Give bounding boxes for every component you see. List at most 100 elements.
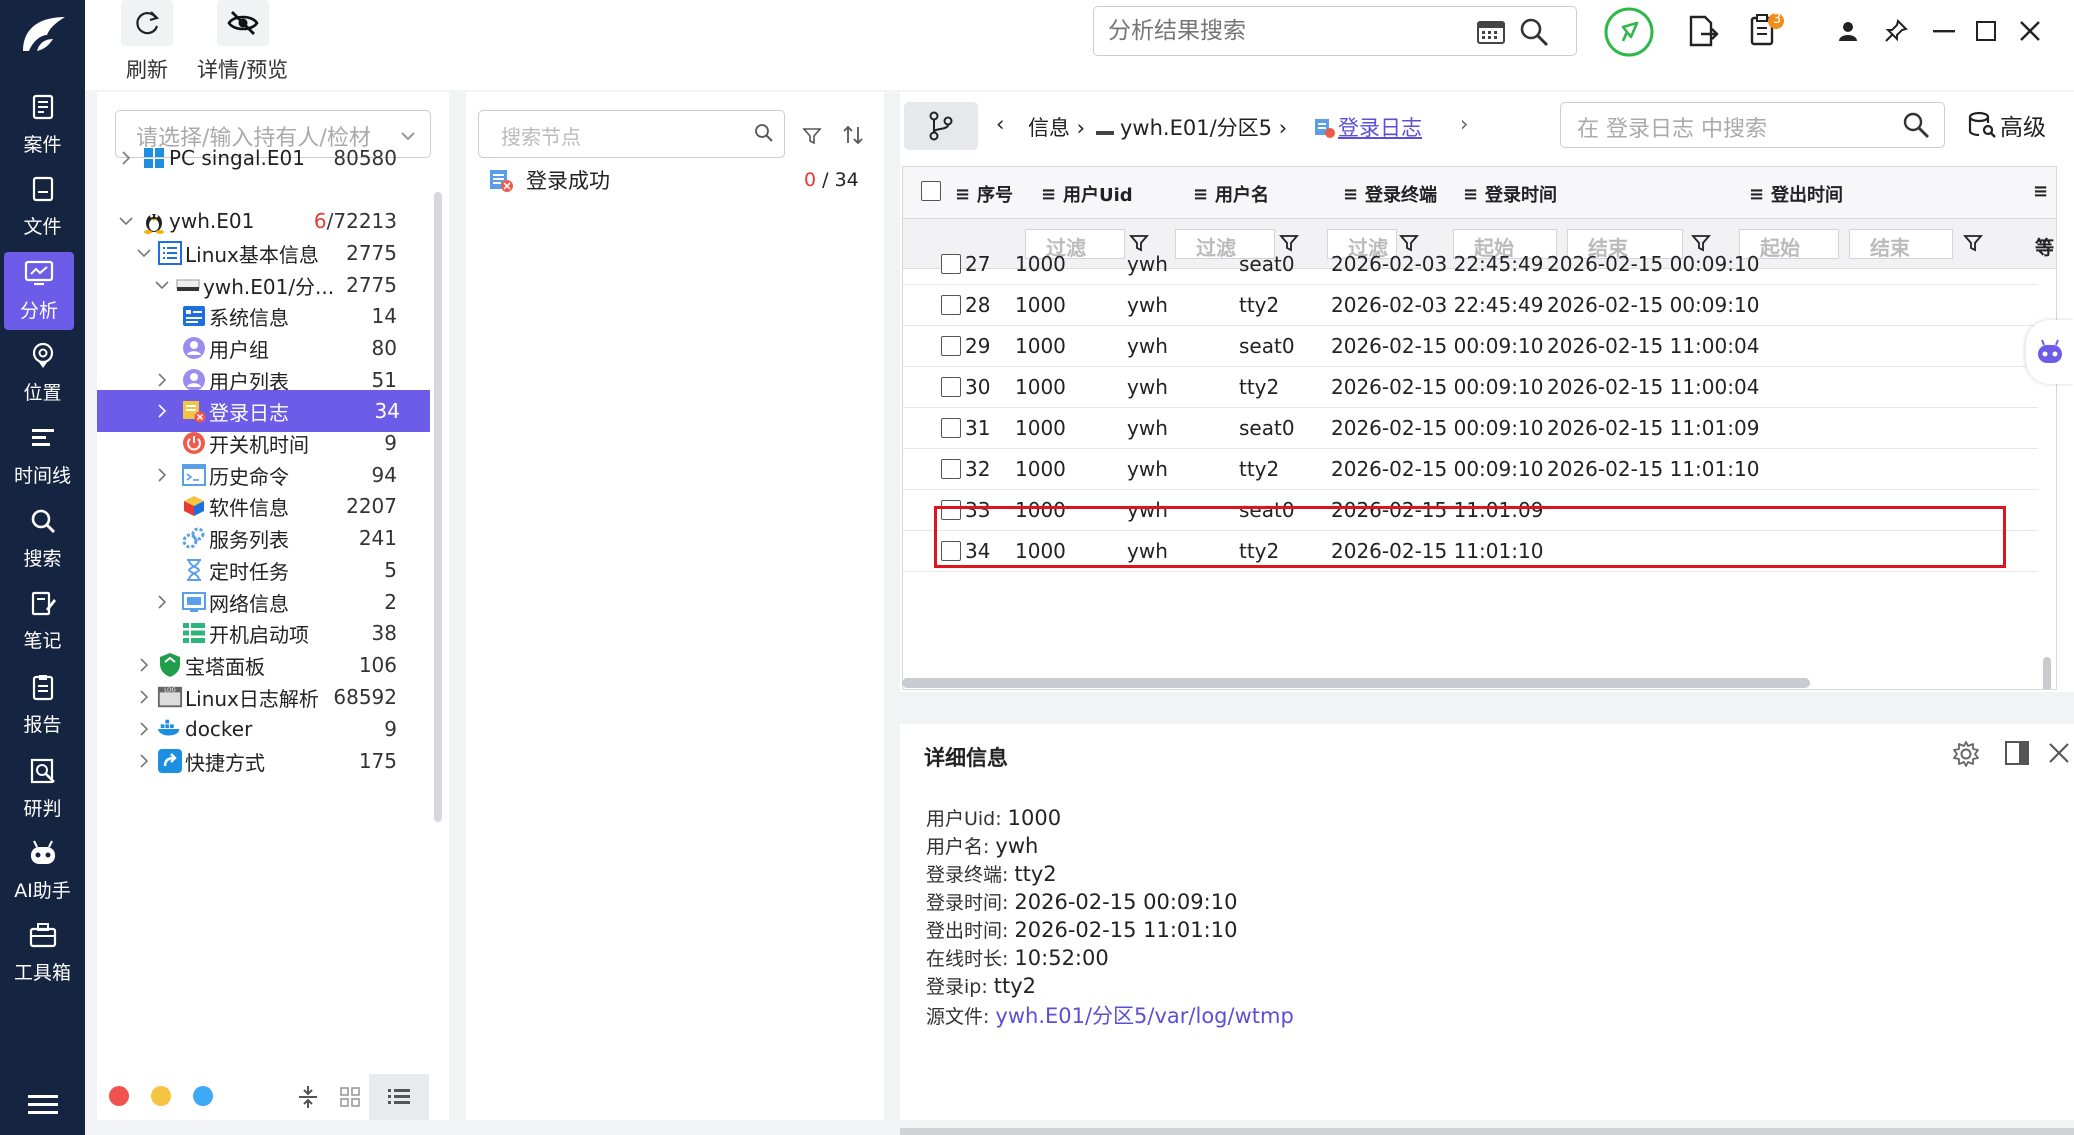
chevron-right-icon[interactable]	[135, 688, 153, 706]
table-row[interactable]: 30 1000 ywh tty2 2026-02-15 00:09:10 2026-02-…	[903, 367, 2038, 408]
col-menu-icon[interactable]: ≡	[2033, 181, 2055, 202]
table-header: ≡ 序号 ≡ 用户Uid ≡ 用户名 ≡ 登录终端 ≡ 登录时间 ≡ 登出时间 ≡	[903, 167, 2056, 219]
table-row[interactable]: 28 1000 ywh tty2 2026-02-03 22:45:49 2026-02-…	[903, 285, 2038, 326]
rail-item-case[interactable]: 案件	[0, 86, 85, 164]
tree-item-label: docker	[185, 717, 253, 741]
row-checkbox[interactable]	[941, 418, 961, 438]
rail-item-report[interactable]: 报告	[0, 666, 85, 744]
gear-icon[interactable]	[1952, 740, 1980, 768]
shield-icon	[157, 652, 183, 678]
chevron-down-icon[interactable]	[117, 212, 135, 230]
chevron-right-icon[interactable]	[153, 466, 171, 484]
tasks-icon[interactable]: 3	[1749, 12, 1785, 48]
col-header-no[interactable]: ≡ 序号	[955, 181, 1013, 207]
table-row[interactable]: 27 1000 ywh seat0 2026-02-03 22:45:49 2026-02…	[903, 244, 2038, 285]
node-item-count: 0 / 34	[804, 169, 859, 191]
select-all-checkbox[interactable]	[921, 181, 941, 201]
rail-item-timeline[interactable]: 时间线	[0, 417, 85, 495]
crumb-part3[interactable]: 登录日志	[1314, 112, 1422, 144]
tree-item[interactable]: PC singal.E01 80580	[97, 137, 427, 179]
calendar-icon[interactable]	[1476, 17, 1506, 45]
maximize-icon[interactable]	[1975, 20, 1997, 42]
tree-item-count: 2207	[346, 494, 397, 518]
chevron-right-icon[interactable]	[117, 149, 135, 167]
tree-item[interactable]: 快捷方式 175	[97, 740, 427, 782]
table-row[interactable]: 32 1000 ywh tty2 2026-02-15 00:09:10 2026-02-…	[903, 449, 2038, 490]
chevron-right-icon[interactable]	[153, 593, 171, 611]
chevron-down-icon[interactable]	[153, 276, 171, 294]
tree-scrollbar[interactable]	[434, 192, 442, 822]
advanced-search-button[interactable]: 高级	[1968, 108, 2046, 142]
table-search-input[interactable]: 在 登录日志 中搜索	[1560, 102, 1945, 148]
col-header-logout-time[interactable]: ≡ 登出时间	[1749, 181, 1843, 207]
minimize-icon[interactable]	[1933, 30, 1955, 34]
menu-icon[interactable]	[0, 1093, 85, 1117]
branch-button[interactable]	[904, 102, 978, 150]
chevron-down-icon[interactable]	[135, 244, 153, 262]
close-icon[interactable]	[2048, 742, 2070, 764]
ai-assistant-handle[interactable]	[2026, 320, 2074, 384]
left-rail: 案件 文件 分析 位置 时间线 搜索 笔记 报告 研判 AI助手 工具箱	[0, 0, 85, 1135]
row-checkbox[interactable]	[941, 459, 961, 479]
rocket-status-icon[interactable]	[1603, 6, 1655, 58]
node-search-input[interactable]: 搜索节点	[478, 110, 785, 158]
node-item-login-success[interactable]: 登录成功 0 / 34	[488, 162, 878, 198]
panel-toggle-icon[interactable]	[2004, 740, 2030, 766]
preview-button[interactable]: 详情/预览	[197, 0, 288, 84]
global-search[interactable]	[1093, 6, 1577, 56]
rail-item-robot[interactable]: AI助手	[0, 832, 85, 910]
yellow-dot[interactable]	[151, 1086, 171, 1106]
table-row[interactable]: 29 1000 ywh seat0 2026-02-15 00:09:10 2026-02…	[903, 326, 2038, 367]
rail-item-judge[interactable]: 研判	[0, 750, 85, 828]
global-search-input[interactable]	[1108, 15, 1468, 47]
chevron-right-icon[interactable]	[153, 402, 171, 420]
detail-scrollbar[interactable]	[900, 1128, 2074, 1135]
row-checkbox[interactable]	[941, 377, 961, 397]
docker-icon	[157, 716, 183, 742]
crumb-part1[interactable]: 信息 ›	[1028, 112, 1085, 142]
refresh-button[interactable]: 刷新	[121, 0, 173, 84]
col-header-login-time[interactable]: ≡ 登录时间	[1463, 181, 1557, 207]
chevron-right-icon[interactable]	[153, 371, 171, 389]
crumb-part2[interactable]: ywh.E01/分区5 ›	[1096, 112, 1287, 142]
tree-item-count: 9	[384, 431, 397, 455]
crumb-back-icon[interactable]: ‹	[996, 112, 1004, 136]
rail-item-analysis[interactable]: 分析	[4, 252, 74, 330]
pin-icon[interactable]	[1883, 18, 1909, 44]
grid-view-icon[interactable]	[339, 1086, 361, 1108]
table-row[interactable]: 31 1000 ywh seat0 2026-02-15 00:09:10 2026-02…	[903, 408, 2038, 449]
rail-item-location[interactable]: 位置	[0, 334, 85, 412]
search-icon[interactable]	[1518, 16, 1550, 48]
rail-item-note[interactable]: 笔记	[0, 582, 85, 660]
table-vertical-scrollbar[interactable]	[2043, 657, 2051, 689]
row-checkbox[interactable]	[941, 254, 961, 274]
row-checkbox[interactable]	[941, 336, 961, 356]
row-checkbox[interactable]	[941, 295, 961, 315]
rail-item-toolbox[interactable]: 工具箱	[0, 914, 85, 992]
chevron-right-icon[interactable]	[135, 656, 153, 674]
crumb-forward-icon[interactable]: ›	[1460, 112, 1468, 136]
red-dot[interactable]	[109, 1086, 129, 1106]
chevron-right-icon[interactable]	[135, 720, 153, 738]
source-file-link[interactable]: ywh.E01/分区5/var/log/wtmp	[995, 1004, 1293, 1028]
chevron-right-icon[interactable]	[135, 752, 153, 770]
collapse-all-icon[interactable]	[297, 1084, 319, 1110]
col-header-terminal[interactable]: ≡ 登录终端	[1343, 181, 1437, 207]
tree-item-count: 241	[358, 526, 397, 550]
close-icon[interactable]	[2019, 20, 2041, 42]
refresh-label: 刷新	[126, 58, 168, 82]
export-icon[interactable]	[1687, 14, 1719, 48]
list-view-icon[interactable]	[369, 1074, 429, 1120]
tree-item-count: 6/72213	[313, 209, 397, 233]
detail-field: 登录时间: 2026-02-15 00:09:10	[926, 888, 1237, 915]
sort-icon[interactable]	[842, 124, 864, 146]
blue-dot[interactable]	[193, 1086, 213, 1106]
col-header-user[interactable]: ≡ 用户名	[1193, 181, 1269, 207]
col-header-uid[interactable]: ≡ 用户Uid	[1041, 181, 1133, 207]
user-icon[interactable]	[1837, 20, 1859, 42]
rail-item-file[interactable]: 文件	[0, 168, 85, 246]
detail-field: 在线时长: 10:52:00	[926, 944, 1109, 971]
filter-icon[interactable]	[802, 126, 822, 146]
rail-item-search[interactable]: 搜索	[0, 500, 85, 578]
table-horizontal-scrollbar[interactable]	[902, 678, 1810, 688]
